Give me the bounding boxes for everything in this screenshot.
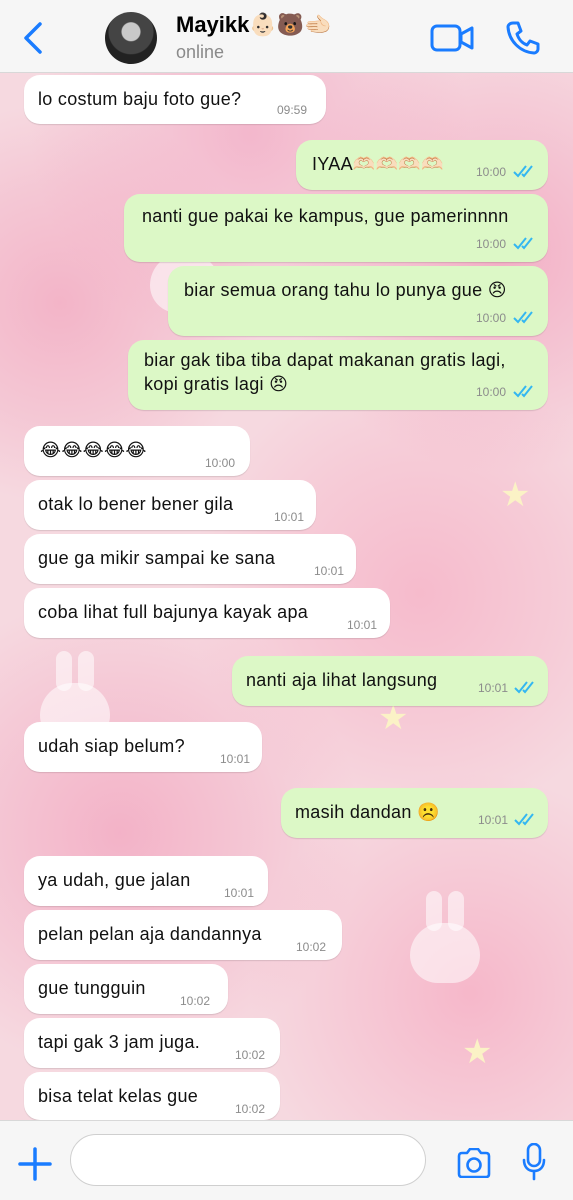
read-receipt-icon: [513, 311, 533, 324]
contact-avatar[interactable]: [105, 12, 157, 64]
incoming-message[interactable]: ya udah, gue jalan 10:01: [24, 856, 268, 906]
message-time: 10:00: [476, 165, 507, 179]
message-time: 10:01: [220, 752, 251, 766]
incoming-message[interactable]: tapi gak 3 jam juga. 10:02: [24, 1018, 280, 1068]
read-receipt-icon: [513, 237, 533, 250]
message-time: 09:59: [277, 103, 308, 117]
star-decoration: ★: [462, 1033, 493, 1071]
message-time: 10:02: [180, 994, 211, 1008]
incoming-message[interactable]: coba lihat full bajunya kayak apa 10:01: [24, 588, 390, 638]
message-composer: [0, 1120, 573, 1200]
message-text: lo costum baju foto gue?: [38, 89, 242, 109]
read-receipt-icon: [513, 165, 533, 178]
message-text: gue tungguin: [38, 978, 146, 998]
outgoing-message[interactable]: biar gak tiba tiba dapat makanan gratis …: [128, 340, 548, 410]
message-text: bisa telat kelas gue: [38, 1086, 199, 1106]
message-text: tapi gak 3 jam juga.: [38, 1032, 201, 1052]
message-text: otak lo bener bener gila: [38, 494, 234, 514]
chat-header: Mayikk👶🏻🐻🫲🏻 online: [0, 0, 573, 73]
message-text: IYAA🫶🏻🫶🏻🫶🏻🫶🏻: [312, 154, 444, 174]
message-time: 10:00: [476, 311, 507, 325]
incoming-message[interactable]: gue tungguin 10:02: [24, 964, 228, 1014]
outgoing-message[interactable]: nanti aja lihat langsung 10:01: [232, 656, 548, 706]
message-text: ya udah, gue jalan: [38, 870, 191, 890]
message-time: 10:00: [476, 385, 507, 399]
message-text: pelan pelan aja dandannya: [38, 924, 262, 944]
contact-status: online: [176, 42, 225, 62]
plus-icon[interactable]: [18, 1147, 52, 1181]
read-receipt-icon: [513, 385, 533, 398]
message-time: 10:02: [296, 940, 327, 954]
message-time: 10:01: [274, 510, 305, 524]
camera-icon[interactable]: [456, 1148, 492, 1178]
message-time: 10:02: [235, 1102, 266, 1116]
incoming-message[interactable]: bisa telat kelas gue 10:02: [24, 1072, 280, 1120]
read-receipt-icon: [514, 813, 534, 826]
incoming-message[interactable]: udah siap belum? 10:01: [24, 722, 262, 772]
incoming-message[interactable]: gue ga mikir sampai ke sana 10:01: [24, 534, 356, 584]
message-input[interactable]: [70, 1134, 426, 1186]
message-text: masih dandan ☹️: [295, 802, 440, 822]
video-call-icon[interactable]: [430, 22, 474, 54]
read-receipt-icon: [514, 681, 534, 694]
message-time: 10:01: [347, 618, 378, 632]
outgoing-message[interactable]: masih dandan ☹️ 10:01: [281, 788, 548, 838]
incoming-message[interactable]: pelan pelan aja dandannya 10:02: [24, 910, 342, 960]
message-time: 10:01: [478, 813, 509, 827]
contact-name[interactable]: Mayikk👶🏻🐻🫲🏻: [176, 12, 332, 38]
phone-call-icon[interactable]: [505, 20, 541, 56]
message-text: udah siap belum?: [38, 736, 185, 756]
star-decoration: ★: [500, 476, 531, 514]
bunny-decoration: [410, 891, 480, 983]
message-text: nanti aja lihat langsung: [246, 670, 438, 690]
outgoing-message[interactable]: biar semua orang tahu lo punya gue 😠 10:…: [168, 266, 548, 336]
star-decoration: ★: [378, 699, 409, 737]
incoming-message[interactable]: 😂😂😂😂😂 10:00: [24, 426, 250, 476]
microphone-icon[interactable]: [522, 1143, 546, 1181]
message-text: coba lihat full bajunya kayak apa: [38, 602, 309, 622]
message-time: 10:01: [224, 886, 255, 900]
message-time: 10:02: [235, 1048, 266, 1062]
message-time: 10:00: [205, 456, 236, 470]
outgoing-message[interactable]: IYAA🫶🏻🫶🏻🫶🏻🫶🏻 10:00: [296, 140, 548, 190]
back-chevron-icon[interactable]: [18, 20, 48, 56]
message-time: 10:01: [314, 564, 345, 578]
outgoing-message[interactable]: nanti gue pakai ke kampus, gue pamerinnn…: [124, 194, 548, 262]
incoming-message[interactable]: otak lo bener bener gila 10:01: [24, 480, 316, 530]
message-text: gue ga mikir sampai ke sana: [38, 548, 276, 568]
message-text: biar semua orang tahu lo punya gue 😠: [184, 280, 507, 300]
message-time: 10:00: [476, 237, 507, 251]
incoming-message[interactable]: lo costum baju foto gue? 09:59: [24, 75, 326, 124]
message-text: 😂😂😂😂😂: [40, 440, 147, 460]
message-text: nanti gue pakai ke kampus, gue pamerinnn…: [142, 206, 509, 226]
message-time: 10:01: [478, 681, 509, 695]
